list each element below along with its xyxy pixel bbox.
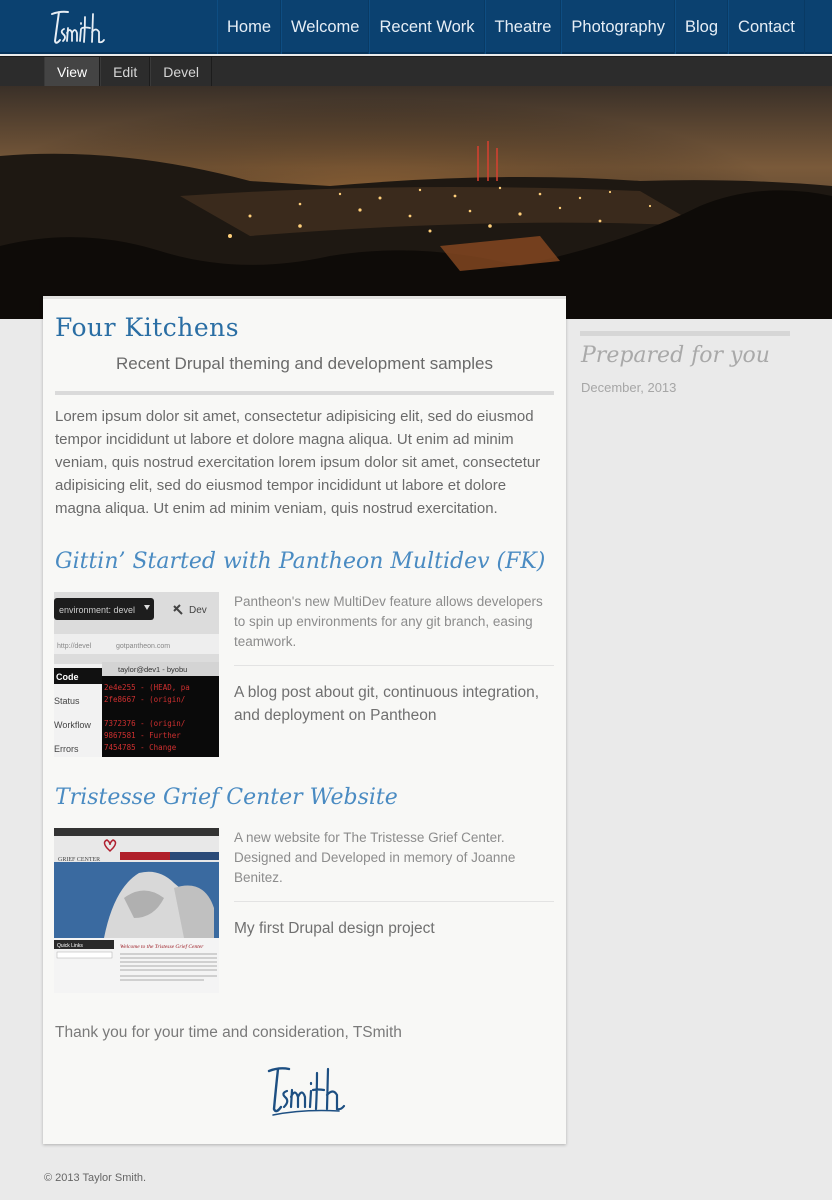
tab-edit[interactable]: Edit (100, 57, 151, 86)
admin-tabs: View Edit Devel (44, 57, 213, 86)
thumb-terminal-line-2: 2fe8667 - (origin/ (104, 695, 185, 704)
hero-image (0, 86, 832, 319)
intro-text: Lorem ipsum dolor sit amet, consectetur … (55, 408, 541, 517)
project-title-tristesse[interactable]: Tristesse Grief Center Website (55, 785, 398, 810)
project-desc-tristesse: A new website for The Tristesse Grief Ce… (234, 830, 516, 885)
thumb-url-right: gotpantheon.com (116, 643, 170, 650)
project-thumb-pantheon[interactable]: environment: devel Dev http://devel gotp… (54, 592, 219, 757)
closing-text: Thank you for your time and consideratio… (55, 1024, 402, 1041)
sidebar-title: Prepared for you (581, 343, 770, 368)
thumb-quick-links: Quick Links (57, 943, 83, 949)
page-title: Four Kitchens (55, 313, 240, 342)
thumb-menu-errors: Errors (54, 744, 79, 754)
nav-item-photography[interactable]: Photography (561, 0, 675, 54)
nav-item-home[interactable]: Home (217, 0, 282, 54)
thumb-dev-label: Dev (189, 605, 207, 616)
thumb-menu-status: Status (54, 696, 80, 706)
tab-view[interactable]: View (44, 57, 101, 86)
tab-devel[interactable]: Devel (150, 57, 213, 86)
project-desc-pantheon: Pantheon's new MultiDev feature allows d… (234, 594, 543, 649)
project-divider (234, 665, 554, 666)
main-nav: Home Welcome Recent Work Theatre Photogr… (217, 0, 805, 54)
thumb-terminal-title: taylor@dev1 - byobu (118, 665, 187, 674)
project-note-tristesse: My first Drupal design project (234, 920, 435, 937)
nav-item-contact[interactable]: Contact (728, 0, 805, 54)
project-title-pantheon[interactable]: Gittin’ Started with Pantheon Multidev (… (55, 549, 545, 574)
main-content: Four Kitchens Recent Drupal theming and … (43, 296, 566, 1144)
sidebar-date: December, 2013 (581, 380, 677, 395)
admin-tabs-bar: View Edit Devel (0, 56, 832, 86)
signature-image (267, 1067, 346, 1116)
project-divider (234, 901, 554, 902)
thumb-terminal-line-4: 9867581 - Further (104, 731, 181, 740)
project-note-pantheon: A blog post about git, continuous integr… (234, 684, 540, 724)
top-navbar: Home Welcome Recent Work Theatre Photogr… (0, 0, 832, 54)
thumb-url-left: http://devel (57, 643, 92, 650)
thumb-welcome: Welcome to the Tristesse Grief Center (120, 943, 204, 950)
page-subtitle: Recent Drupal theming and development sa… (115, 354, 494, 373)
nav-item-blog[interactable]: Blog (675, 0, 729, 54)
thumb-menu-workflow: Workflow (54, 720, 91, 730)
nav-item-welcome[interactable]: Welcome (281, 0, 370, 54)
footer-copyright: © 2013 Taylor Smith. (44, 1172, 147, 1184)
sidebar-divider (580, 331, 790, 336)
nav-item-recent-work[interactable]: Recent Work (369, 0, 485, 54)
nav-item-theatre[interactable]: Theatre (484, 0, 562, 54)
thumb-terminal-line-3: 7372376 - (origin/ (104, 719, 185, 728)
thumb-terminal-line-5: 7454785 - Change (104, 743, 177, 752)
thumb-menu-code: Code (56, 672, 79, 682)
project-thumb-tristesse[interactable]: GRIEF CENTER Quick Links Welcome to the … (54, 828, 219, 993)
site-logo[interactable] (46, 4, 108, 48)
thumb-terminal-line-1: 2e4e255 - (HEAD, pa (104, 683, 190, 692)
thumb-env-label: environment: devel (59, 605, 135, 615)
title-divider (55, 391, 554, 395)
